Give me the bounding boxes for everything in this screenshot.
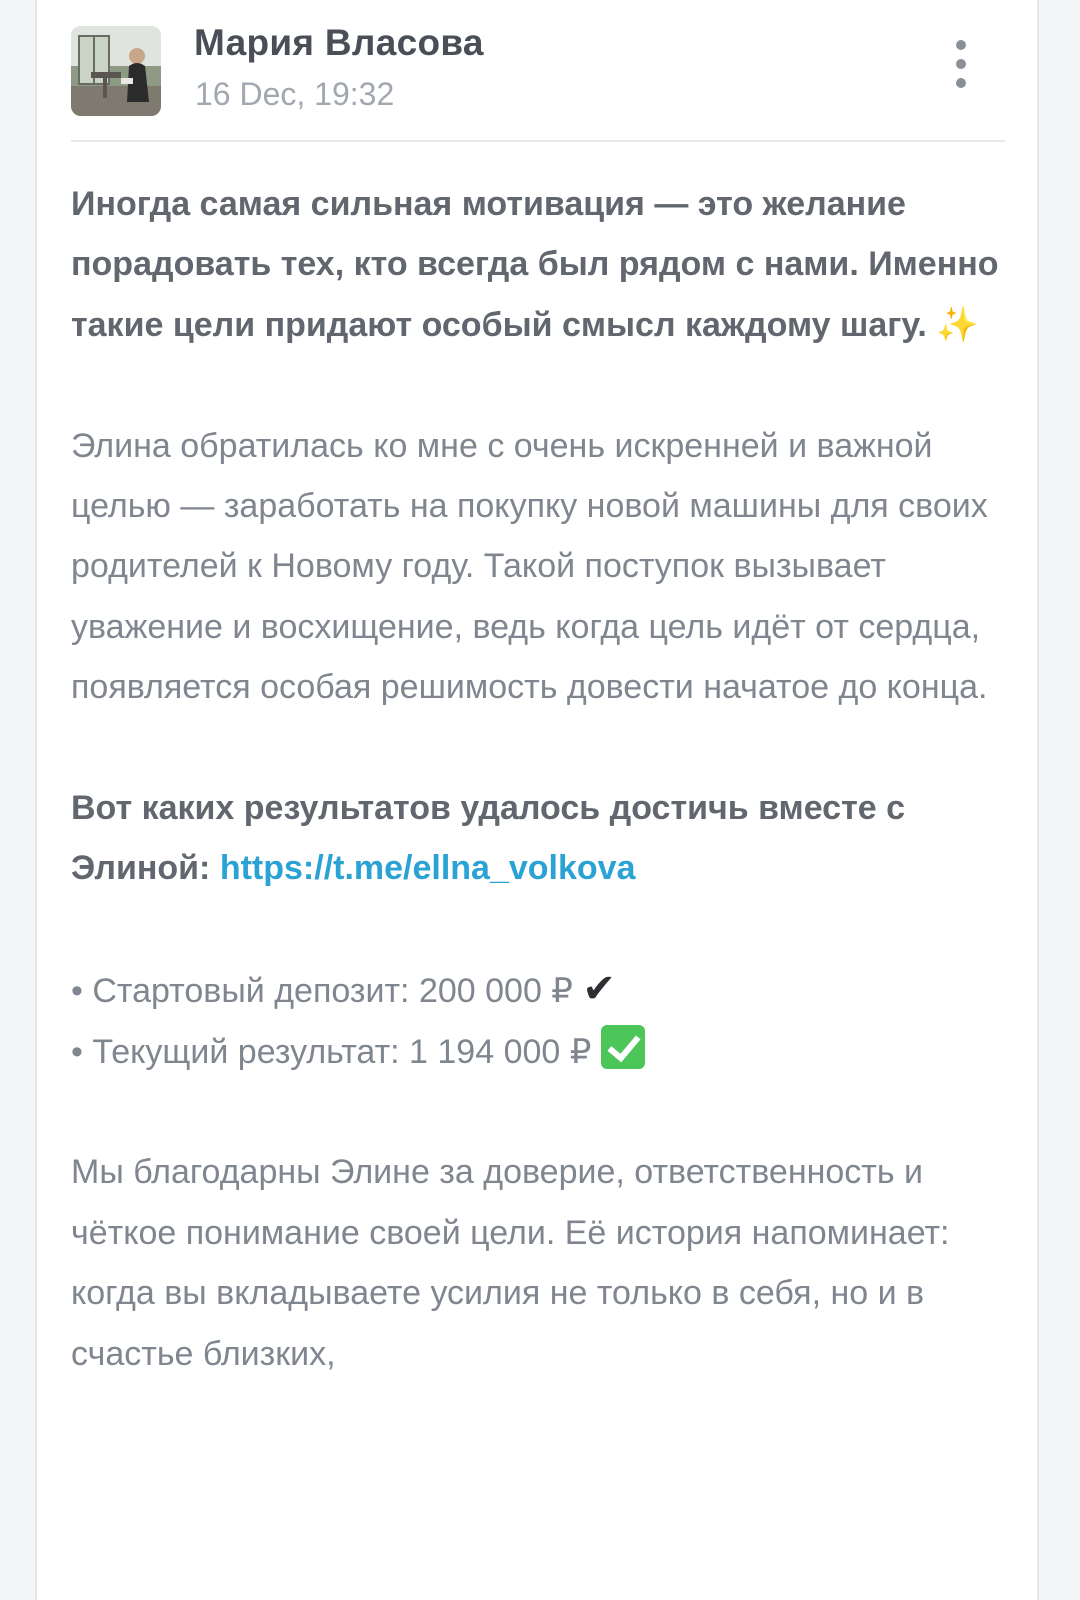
author-name[interactable]: Мария Власова — [194, 22, 484, 64]
more-options-button[interactable] — [941, 34, 981, 94]
more-dot-icon — [956, 78, 966, 88]
bullet-text: Стартовый депозит: 200 000 ₽ — [92, 972, 573, 1011]
bullet-marker: • — [71, 1032, 83, 1071]
sparkles-icon: ✨ — [936, 305, 979, 344]
avatar-photo — [71, 26, 161, 116]
post-date: 16 Dec, 19:32 — [195, 76, 395, 112]
thanks-paragraph: Мы благодарны Элине за доверие, ответств… — [71, 1153, 950, 1373]
telegram-link[interactable]: https://t.me/ellna_volkova — [220, 849, 636, 887]
intro-text: Иногда самая сильная мотивация — это жел… — [71, 185, 999, 344]
bullet-item: • Текущий результат: 1 194 000 ₽ — [71, 1022, 1011, 1082]
avatar[interactable] — [71, 26, 161, 116]
more-dot-icon — [956, 40, 966, 50]
post-body: Иногда самая сильная мотивация — это жел… — [71, 174, 1011, 1384]
bullet-marker: • — [71, 972, 83, 1011]
story-paragraph: Элина обратилась ко мне с очень искренне… — [71, 426, 988, 707]
bullet-text: Текущий результат: 1 194 000 ₽ — [92, 1032, 592, 1071]
results-paragraph: Вот каких результатов удалось достичь вм… — [71, 778, 1011, 899]
more-dot-icon — [956, 59, 966, 69]
bullet-item: • Стартовый депозит: 200 000 ₽ ✔ — [71, 959, 1011, 1021]
check-mark-icon: ✔ — [582, 967, 616, 1012]
post-card: Мария Власова 16 Dec, 19:32 Иногда самая… — [35, 0, 1039, 1600]
post-header: Мария Власова 16 Dec, 19:32 — [71, 22, 1005, 142]
intro-paragraph: Иногда самая сильная мотивация — это жел… — [71, 174, 1011, 355]
check-box-icon — [600, 1024, 645, 1069]
